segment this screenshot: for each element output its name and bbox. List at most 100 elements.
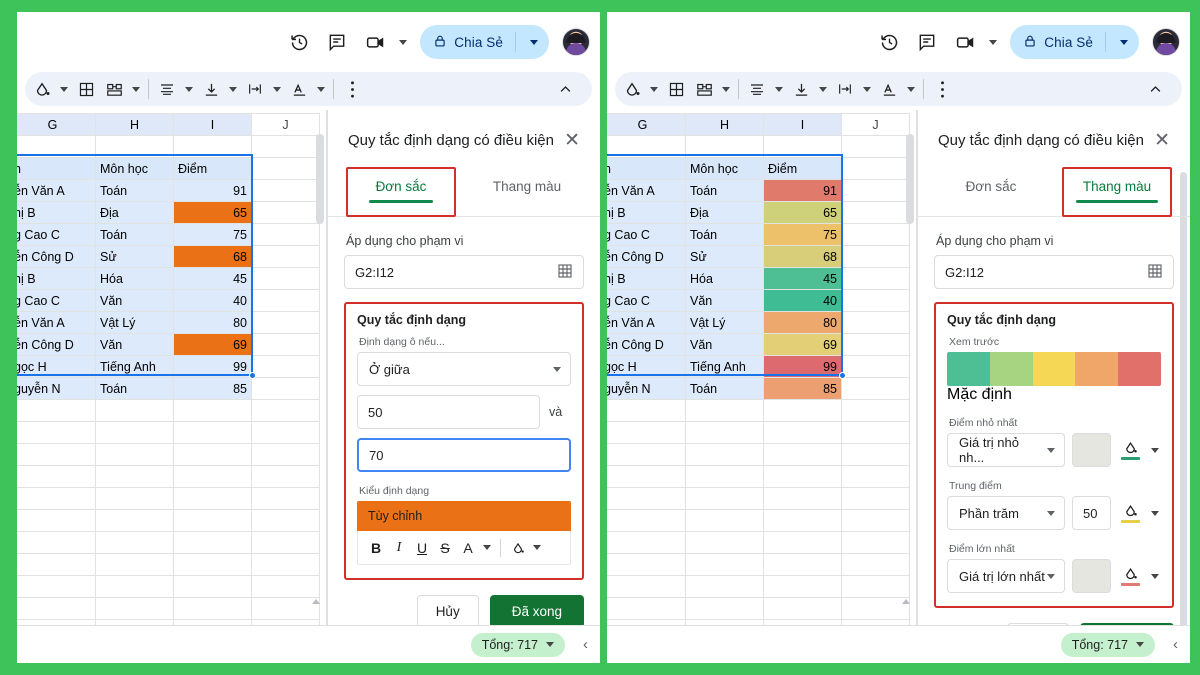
column-header-j[interactable]: J [251, 113, 320, 136]
video-call-icon[interactable] [948, 25, 982, 59]
table-row[interactable]: guyễn N Toán 85 [17, 377, 320, 400]
maxpoint-type-select[interactable]: Giá trị lớn nhất [947, 559, 1065, 593]
value-input-1[interactable]: 50 [357, 395, 540, 429]
minpoint-type-select[interactable]: Giá trị nhỏ nh... [947, 433, 1065, 467]
borders-icon[interactable] [663, 75, 689, 103]
user-avatar[interactable] [562, 28, 590, 56]
table-row[interactable]: ễn Văn A Vật Lý 80 [607, 311, 910, 334]
cell-score[interactable]: 85 [173, 377, 252, 400]
merge-cells-dropdown[interactable] [719, 86, 733, 92]
cell-name[interactable]: hị B [607, 267, 686, 290]
text-color-icon[interactable]: A [458, 536, 478, 560]
cell-name[interactable]: ễn Văn A [17, 179, 96, 202]
table-row[interactable] [17, 443, 320, 466]
table-row[interactable] [607, 509, 910, 532]
chevron-down-icon[interactable] [546, 642, 554, 647]
scroll-up-icon[interactable] [902, 599, 910, 604]
more-options-icon[interactable] [929, 75, 955, 103]
italic-icon[interactable]: I [389, 536, 409, 560]
cell-score[interactable]: 65 [173, 201, 252, 224]
fill-color-icon[interactable] [29, 75, 55, 103]
table-row[interactable]: ễn Công D Sử 68 [17, 245, 320, 268]
vertical-align-dropdown[interactable] [226, 86, 240, 92]
table-row[interactable] [607, 399, 910, 422]
table-row[interactable] [607, 531, 910, 554]
history-icon[interactable] [872, 25, 906, 59]
text-wrap-dropdown[interactable] [860, 86, 874, 92]
fill-color-dropdown[interactable] [647, 86, 661, 92]
cell-score[interactable]: 80 [173, 311, 252, 334]
table-row[interactable]: ễn Văn A Toán 91 [607, 179, 910, 202]
cell-subject[interactable]: Vật Lý [95, 311, 174, 334]
underline-icon[interactable]: U [412, 536, 432, 560]
cell-name[interactable]: ễn Công D [607, 245, 686, 268]
table-row[interactable] [607, 553, 910, 576]
table-row[interactable] [607, 465, 910, 488]
cell-subject[interactable]: Toán [685, 377, 764, 400]
cell-score-header[interactable]: Điểm [173, 157, 252, 180]
selection-handle[interactable] [839, 372, 846, 379]
cell-name-header[interactable]: n [17, 157, 96, 180]
table-row[interactable] [17, 575, 320, 598]
text-wrap-icon[interactable] [242, 75, 268, 103]
cell-subject-header[interactable]: Môn học [685, 157, 764, 180]
table-row[interactable] [607, 487, 910, 510]
cell-score[interactable]: 91 [763, 179, 842, 202]
close-icon[interactable]: ✕ [1154, 131, 1174, 150]
table-row[interactable]: hị BHóa45 [17, 267, 320, 290]
cell-subject[interactable]: Địa [685, 201, 764, 224]
text-color-dropdown[interactable] [481, 545, 493, 550]
cell-name[interactable]: gọc H [17, 355, 96, 378]
share-dropdown[interactable] [1113, 39, 1135, 45]
cell-j-header[interactable] [841, 157, 910, 180]
chevron-up-icon[interactable] [552, 75, 578, 103]
style-preview[interactable]: Tùy chỉnh [357, 501, 571, 531]
cell-name[interactable]: guyễn N [17, 377, 96, 400]
cell-blank[interactable] [841, 355, 910, 378]
column-header-j[interactable]: J [841, 113, 910, 136]
text-rotation-dropdown[interactable] [314, 86, 328, 92]
grid-vertical-scrollbar[interactable] [906, 134, 914, 224]
value-input-2[interactable]: 70 [357, 438, 571, 472]
share-dropdown[interactable] [523, 39, 545, 45]
tab-color-scale[interactable]: Thang màu [470, 166, 584, 214]
cell-subject[interactable]: Văn [685, 289, 764, 312]
cell-subject[interactable]: Văn [95, 333, 174, 356]
cell-score[interactable]: 99 [173, 355, 252, 378]
column-header-i[interactable]: I [173, 113, 252, 136]
horizontal-align-icon[interactable] [154, 75, 180, 103]
table-row[interactable] [17, 465, 320, 488]
cell-score[interactable]: 80 [763, 311, 842, 334]
tab-single-color[interactable]: Đơn sắc [934, 166, 1048, 214]
spreadsheet-grid-scale[interactable]: G H I J n Môn học Điểm ễn Văn AToán91 [607, 110, 917, 663]
table-row[interactable] [17, 421, 320, 444]
share-button[interactable]: Chia Sẻ [1010, 25, 1139, 59]
table-row[interactable]: ễn Văn A Vật Lý 80 [17, 311, 320, 334]
cell-subject[interactable]: Toán [685, 223, 764, 246]
cell-score[interactable]: 45 [763, 267, 842, 290]
cell-score[interactable]: 69 [763, 333, 842, 356]
table-row[interactable]: ễn Công D Sử 68 [607, 245, 910, 268]
cell-subject[interactable]: Văn [95, 289, 174, 312]
table-row[interactable] [607, 575, 910, 598]
video-call-dropdown[interactable] [986, 27, 1000, 57]
borders-icon[interactable] [73, 75, 99, 103]
cell-blank[interactable] [841, 201, 910, 224]
table-row[interactable]: guyễn N Toán 85 [607, 377, 910, 400]
cell-name[interactable]: ễn Văn A [607, 311, 686, 334]
cell-name[interactable]: hị B [17, 267, 96, 290]
range-input[interactable]: G2:I12 [344, 255, 584, 289]
cell-blank[interactable] [251, 377, 320, 400]
chevron-left-icon[interactable]: ‹ [583, 636, 588, 653]
table-row[interactable] [17, 399, 320, 422]
cell-subject[interactable]: Địa [95, 201, 174, 224]
column-header-h[interactable]: H [685, 113, 764, 136]
cell-name[interactable]: hị B [17, 201, 96, 224]
selection-handle[interactable] [249, 372, 256, 379]
cell-blank[interactable] [251, 311, 320, 334]
vertical-align-dropdown[interactable] [816, 86, 830, 92]
cell-blank[interactable] [841, 289, 910, 312]
text-rotation-icon[interactable] [286, 75, 312, 103]
cell-score[interactable]: 99 [763, 355, 842, 378]
sum-chip[interactable]: Tổng: 717 [470, 632, 565, 657]
